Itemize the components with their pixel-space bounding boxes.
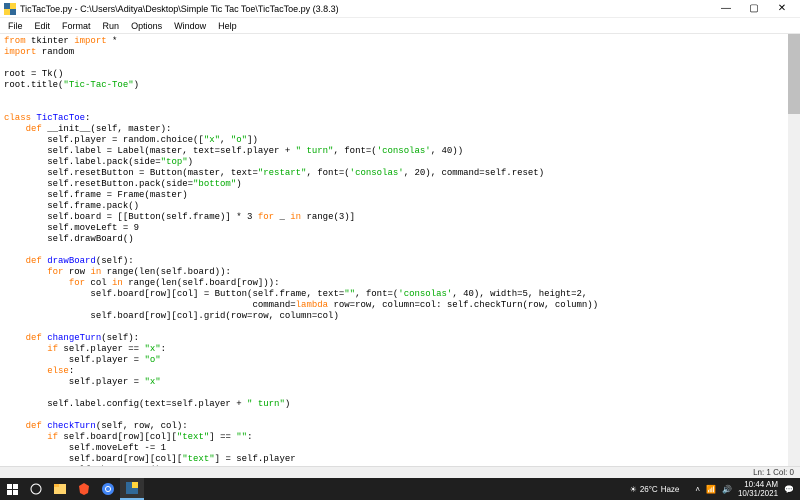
app-icon (4, 3, 16, 15)
code-content[interactable]: from tkinter import * import random root… (0, 34, 800, 466)
tray-chevron-icon[interactable]: ˄ (695, 485, 700, 494)
code-editor[interactable]: from tkinter import * import random root… (0, 34, 800, 466)
minimize-button[interactable]: — (712, 0, 740, 18)
window-controls: — ▢ ✕ (712, 0, 796, 18)
weather-icon: ☀ (630, 485, 637, 494)
system-tray: ☀ 26°C Haze ˄ 📶 🔊 10:44 AM 10/31/2021 💬 (624, 480, 800, 498)
task-chrome-icon[interactable] (96, 478, 120, 500)
weather-widget[interactable]: ☀ 26°C Haze (630, 485, 680, 494)
menubar: File Edit Format Run Options Window Help (0, 18, 800, 34)
weather-temp: 26°C (640, 485, 658, 494)
statusbar: Ln: 1 Col: 0 (0, 466, 800, 478)
start-button[interactable] (0, 478, 24, 500)
menu-edit[interactable]: Edit (29, 21, 57, 31)
menu-window[interactable]: Window (168, 21, 212, 31)
cursor-position: Ln: 1 Col: 0 (753, 468, 794, 477)
tray-volume-icon[interactable]: 🔊 (722, 485, 732, 494)
task-idle-icon[interactable] (120, 478, 144, 500)
scrollbar-thumb[interactable] (788, 34, 800, 114)
task-brave-icon[interactable] (72, 478, 96, 500)
menu-help[interactable]: Help (212, 21, 243, 31)
menu-file[interactable]: File (2, 21, 29, 31)
titlebar: TicTacToe.py - C:\Users\Aditya\Desktop\S… (0, 0, 800, 18)
tray-clock[interactable]: 10:44 AM 10/31/2021 (738, 480, 778, 498)
vertical-scrollbar[interactable] (788, 34, 800, 466)
task-cortana-icon[interactable] (24, 478, 48, 500)
weather-cond: Haze (661, 485, 680, 494)
task-explorer-icon[interactable] (48, 478, 72, 500)
maximize-button[interactable]: ▢ (740, 0, 768, 18)
menu-options[interactable]: Options (125, 21, 168, 31)
tray-date: 10/31/2021 (738, 489, 778, 498)
close-button[interactable]: ✕ (768, 0, 796, 18)
tray-network-icon[interactable]: 📶 (706, 485, 716, 494)
taskbar: ☀ 26°C Haze ˄ 📶 🔊 10:44 AM 10/31/2021 💬 (0, 478, 800, 500)
window-title: TicTacToe.py - C:\Users\Aditya\Desktop\S… (20, 4, 712, 14)
menu-run[interactable]: Run (97, 21, 126, 31)
tray-time: 10:44 AM (738, 480, 778, 489)
menu-format[interactable]: Format (56, 21, 97, 31)
tray-notifications-icon[interactable]: 💬 (784, 485, 794, 494)
